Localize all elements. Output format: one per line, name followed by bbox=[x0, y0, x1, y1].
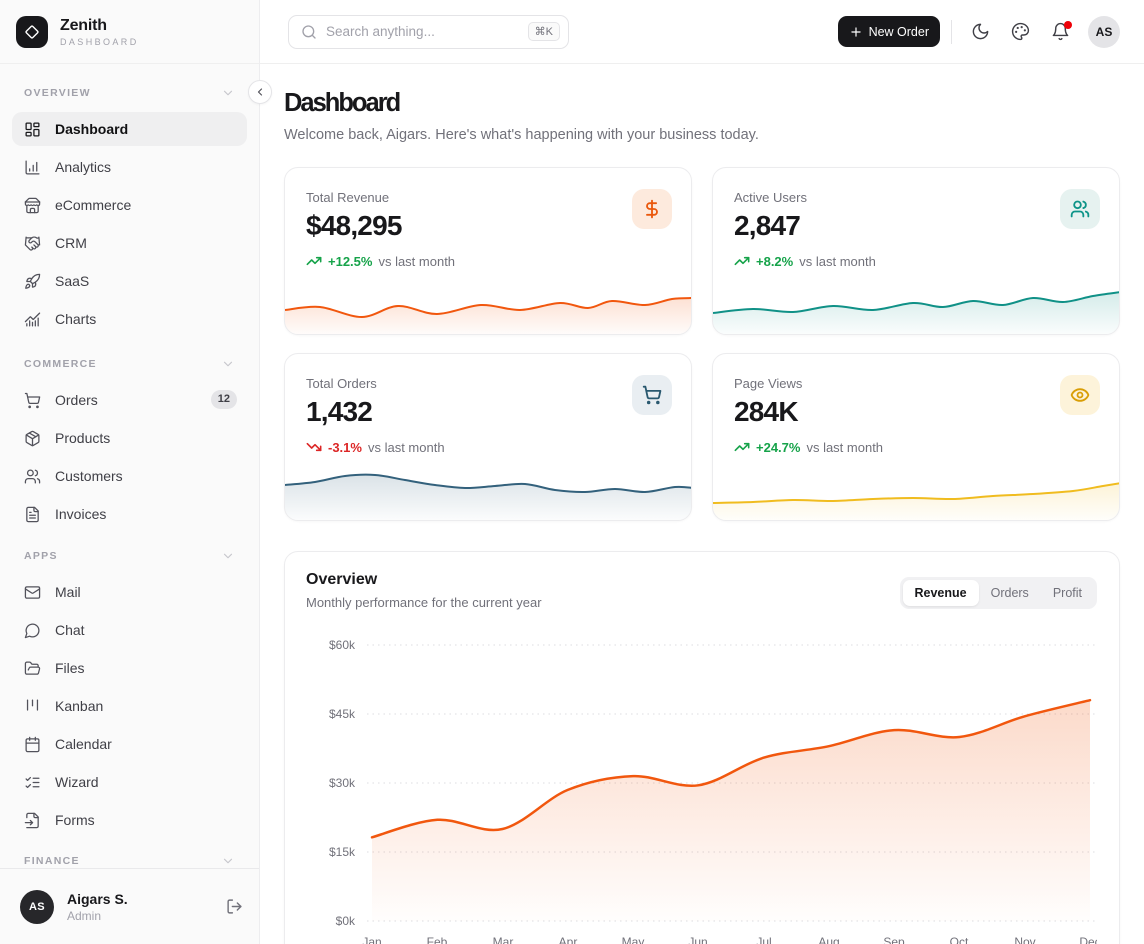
svg-text:$45k: $45k bbox=[329, 707, 356, 721]
svg-text:Apr: Apr bbox=[559, 935, 578, 944]
svg-text:Nov: Nov bbox=[1014, 935, 1035, 944]
svg-text:Dec: Dec bbox=[1079, 935, 1097, 944]
svg-text:Mar: Mar bbox=[493, 935, 514, 944]
svg-text:Oct: Oct bbox=[950, 935, 969, 944]
svg-text:$30k: $30k bbox=[329, 776, 356, 790]
svg-text:Sep: Sep bbox=[883, 935, 905, 944]
svg-text:$60k: $60k bbox=[329, 638, 356, 652]
svg-text:Jun: Jun bbox=[688, 935, 707, 944]
svg-text:$15k: $15k bbox=[329, 845, 356, 859]
svg-text:$0k: $0k bbox=[336, 914, 356, 928]
svg-text:Jul: Jul bbox=[756, 935, 771, 944]
svg-text:Aug: Aug bbox=[818, 935, 839, 944]
svg-text:Feb: Feb bbox=[427, 935, 448, 944]
svg-text:Jan: Jan bbox=[362, 935, 381, 944]
svg-text:May: May bbox=[622, 935, 645, 944]
